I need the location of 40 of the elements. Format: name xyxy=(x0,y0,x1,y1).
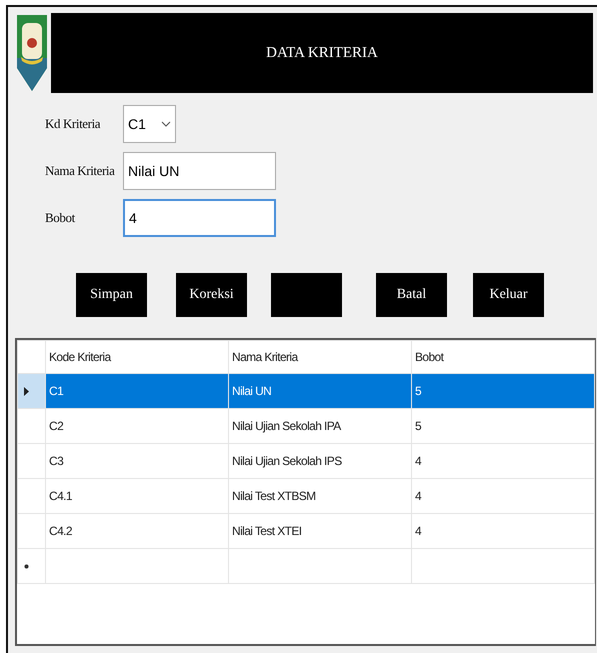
input-field[interactable]: 4 xyxy=(123,199,276,237)
table-cell: 5 xyxy=(412,408,594,444)
table-row[interactable]: C4.1 Nilai Test XTBSM 4 xyxy=(18,478,594,514)
action-button[interactable]: Simpan xyxy=(76,273,147,317)
table-cell: Nilai Test XTBSM xyxy=(228,478,412,514)
field-label: Kd Kriteria xyxy=(45,116,102,132)
table-cell: C4.2 xyxy=(46,514,228,548)
column-header[interactable]: Kode Kriteria xyxy=(46,340,228,374)
table-row[interactable] xyxy=(18,548,594,584)
table-cell: C3 xyxy=(46,444,228,478)
blank-button[interactable] xyxy=(271,273,342,317)
new-row-icon xyxy=(24,564,29,568)
table-cell: 5 xyxy=(412,374,594,408)
table-cell: 4 xyxy=(412,444,594,478)
emblem-icon xyxy=(15,13,49,93)
action-button[interactable]: Batal xyxy=(376,273,447,317)
table-cell: C2 xyxy=(46,408,228,444)
table-cell: C4.1 xyxy=(46,478,228,514)
action-button[interactable]: Koreksi xyxy=(176,273,247,317)
action-button[interactable]: Keluar xyxy=(473,273,544,317)
table-cell: 4 xyxy=(412,478,594,514)
table-cell: Nilai UN xyxy=(228,374,412,408)
dropdown-field[interactable]: C1 xyxy=(123,105,176,143)
caret-icon xyxy=(161,120,171,128)
table-cell: Nilai Ujian Sekolah IPS xyxy=(228,444,412,478)
selected-row[interactable]: C1 Nilai UN 5 xyxy=(18,374,594,408)
column-header[interactable]: Nama Kriteria xyxy=(228,340,412,374)
table-row[interactable]: C3 Nilai Ujian Sekolah IPS 4 xyxy=(18,444,594,478)
table-cell: Nilai Test XTEI xyxy=(228,514,412,548)
table-cell: Nilai Ujian Sekolah IPA xyxy=(228,408,412,444)
table-row[interactable]: C4.2 Nilai Test XTEI 4 xyxy=(18,514,594,548)
table-row[interactable]: C2 Nilai Ujian Sekolah IPA 5 xyxy=(18,408,594,444)
table-cell: 4 xyxy=(412,514,594,548)
field-label: Bobot xyxy=(45,210,76,226)
table-cell: C1 xyxy=(46,374,228,408)
field-label: Nama Kriteria xyxy=(45,163,116,179)
input-field[interactable]: Nilai UN xyxy=(123,152,276,190)
column-header[interactable]: Bobot xyxy=(412,340,594,374)
window-title: DATA KRITERIA xyxy=(266,44,378,62)
current-row-icon xyxy=(24,386,29,396)
